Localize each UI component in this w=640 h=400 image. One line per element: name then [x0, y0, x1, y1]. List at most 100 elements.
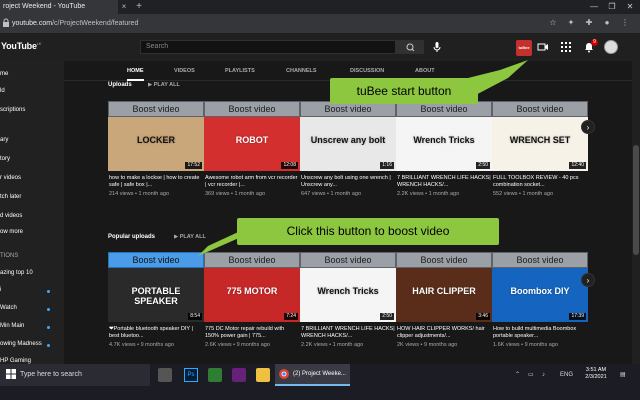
tab-videos[interactable]: VIDEOS [174, 61, 195, 81]
minimize-icon[interactable]: — [584, 0, 604, 14]
video-thumbnail[interactable]: HAIR CLIPPER 3:46 [396, 268, 492, 322]
thumbnail-text: ROBOT [235, 135, 269, 145]
language-indicator[interactable]: ENG [560, 364, 573, 386]
create-video-icon[interactable] [537, 41, 549, 53]
sidebar-item-your-videos[interactable]: r videos [0, 171, 64, 185]
video-thumbnail[interactable]: ROBOT 12:08 [204, 117, 300, 171]
notification-badge: 9 [591, 39, 598, 46]
tab-playlists[interactable]: PLAYLISTS [225, 61, 255, 81]
taskbar-search[interactable]: Type here to search [0, 364, 150, 386]
boost-video-button[interactable]: Boost video [396, 252, 492, 268]
video-title[interactable]: HOW HAIR CLIPPER WORKS/ hair clipper adj… [397, 326, 491, 340]
photoshop-icon[interactable]: Ps [184, 368, 198, 382]
microphone-icon[interactable] [432, 41, 442, 53]
video-thumbnail[interactable]: Boombox DIY 17:39 [492, 268, 588, 322]
app-icon[interactable] [208, 368, 222, 382]
youtube-logo[interactable]: YouTubeLK [1, 41, 41, 51]
sidebar: me ld scriptions ary tory r videos tch l… [0, 61, 64, 364]
maximize-icon[interactable]: ❐ [602, 0, 622, 14]
sidebar-item-library[interactable]: ary [0, 133, 64, 147]
sidebar-item-home[interactable]: me [0, 67, 64, 81]
sidebar-sub-1[interactable]: azing top 10 [0, 266, 64, 280]
browser-tab-youtube[interactable]: roject Weekend - YouTube [0, 0, 118, 14]
video-title[interactable]: Awesome robot arm from vcr recorder | vc… [205, 175, 299, 189]
tab-home[interactable]: HOME [127, 61, 144, 81]
next-arrow-icon[interactable]: › [581, 273, 595, 287]
volume-icon[interactable]: ♪ [542, 364, 545, 386]
extension-icon[interactable]: ✦ [566, 18, 576, 28]
new-content-dot [47, 326, 50, 329]
puzzle-icon[interactable]: ✚ [584, 18, 594, 28]
video-title[interactable]: how to make a lockse | how to create saf… [109, 175, 203, 189]
video-thumbnail[interactable]: Wrench Tricks 2:50 [300, 268, 396, 322]
video-title[interactable]: 775 DC Motor repair rebuild with 150% po… [205, 326, 299, 340]
profile-icon[interactable]: ● [602, 18, 612, 28]
video-title[interactable]: ❤Portable bluetooth speaker DIY | best b… [109, 326, 203, 340]
avatar[interactable] [604, 40, 618, 54]
network-icon[interactable]: ▭ [528, 364, 534, 386]
video-duration: 17:52 [185, 162, 202, 169]
boost-video-button[interactable]: Boost video [204, 252, 300, 268]
boost-video-button[interactable]: Boost video [492, 101, 588, 117]
video-thumbnail[interactable]: Unscrew any bolt 1:16 [300, 117, 396, 171]
task-view-icon[interactable] [158, 368, 172, 382]
video-thumbnail[interactable]: 775 MOTOR 7:24 [204, 268, 300, 322]
star-icon[interactable]: ☆ [548, 18, 558, 28]
video-title[interactable]: 7 BRILLIANT WRENCH LIFE HACKS| WRENCH HA… [397, 175, 491, 189]
sidebar-item-history[interactable]: tory [0, 152, 64, 166]
next-arrow-icon[interactable]: › [581, 120, 595, 134]
tab-close-icon[interactable]: × [118, 0, 130, 14]
search-button[interactable] [396, 40, 424, 54]
video-thumbnail[interactable]: PORTABLE SPEAKER 8:54 [108, 268, 204, 322]
video-meta: 2K views • 9 months ago [397, 342, 458, 348]
sidebar-item-watch-later[interactable]: tch later [0, 190, 64, 204]
sidebar-item-subscriptions[interactable]: scriptions [0, 103, 64, 117]
video-thumbnail[interactable]: LOCKER 17:52 [108, 117, 204, 171]
video-thumbnail[interactable]: Wrench Tricks 2:50 [396, 117, 492, 171]
video-thumbnail[interactable]: WRENCH SET 12:40 [492, 117, 588, 171]
search-input[interactable]: Search [140, 40, 396, 54]
section-title-uploads: Uploads [108, 82, 132, 88]
taskbar-chrome-app[interactable]: (2) Project Weeke... [275, 364, 350, 386]
close-window-icon[interactable]: ✕ [620, 0, 640, 14]
tray-chevron-icon[interactable]: ⌃ [515, 364, 520, 386]
section-title-popular: Popular uploads [108, 234, 156, 240]
sidebar-sub-3[interactable]: Watch [0, 301, 64, 315]
video-title[interactable]: Unscrew any bolt using one wrench | Unsc… [301, 175, 395, 189]
thumbnail-text: LOCKER [137, 135, 175, 145]
sidebar-item-liked-videos[interactable]: d videos [0, 209, 64, 223]
sidebar-sub-2[interactable]: i [0, 283, 64, 297]
visual-studio-icon[interactable] [232, 368, 246, 382]
clock[interactable]: 3:51 AM 2/3/2021 [580, 367, 612, 381]
sidebar-item-show-more[interactable]: ow more [0, 225, 64, 239]
lock-icon [3, 18, 9, 27]
boost-video-button[interactable]: Boost video [492, 252, 588, 268]
tubee-start-button[interactable]: tuBee [516, 40, 532, 56]
sidebar-sub-4[interactable]: Min Main [0, 319, 64, 333]
video-title[interactable]: 7 BRILLIANT WRENCH LIFE HACKS| WRENCH HA… [301, 326, 395, 340]
apps-grid-icon[interactable] [560, 41, 572, 53]
notification-center-icon[interactable]: ▤ [620, 364, 626, 386]
video-duration: 3:46 [476, 313, 490, 320]
boost-video-button[interactable]: Boost video [108, 101, 204, 117]
video-meta: 214 views • 1 month ago [109, 191, 170, 197]
scrollbar-thumb[interactable] [633, 145, 639, 255]
windows-start-icon[interactable] [6, 369, 16, 380]
boost-video-button[interactable]: Boost video [204, 101, 300, 117]
address-bar: youtube.com/c/ProjectWeekend/featured ☆ … [0, 14, 640, 33]
screen: roject Weekend - YouTube × + — ❐ ✕ youtu… [0, 0, 640, 400]
play-all-popular[interactable]: ▶ PLAY ALL [174, 234, 206, 240]
boost-video-button[interactable]: Boost video [300, 252, 396, 268]
tab-channels[interactable]: CHANNELS [286, 61, 317, 81]
sidebar-sub-5[interactable]: owing Madness [0, 337, 64, 351]
sidebar-item-world[interactable]: ld [0, 84, 64, 98]
menu-dots-icon[interactable]: ⋮ [620, 18, 630, 28]
file-explorer-icon[interactable] [256, 368, 270, 382]
video-title[interactable]: How to build multimedia Boombox portable… [493, 326, 587, 340]
new-tab-icon[interactable]: + [133, 0, 145, 14]
page-scrollbar[interactable] [632, 61, 640, 364]
play-all-uploads[interactable]: ▶ PLAY ALL [148, 82, 180, 88]
boost-video-button[interactable]: Boost video [108, 252, 204, 268]
video-title[interactable]: FULL TOOLBOX REVIEW - 40 pcs combination… [493, 175, 587, 189]
url-field[interactable]: youtube.com/c/ProjectWeekend/featured [12, 17, 138, 30]
